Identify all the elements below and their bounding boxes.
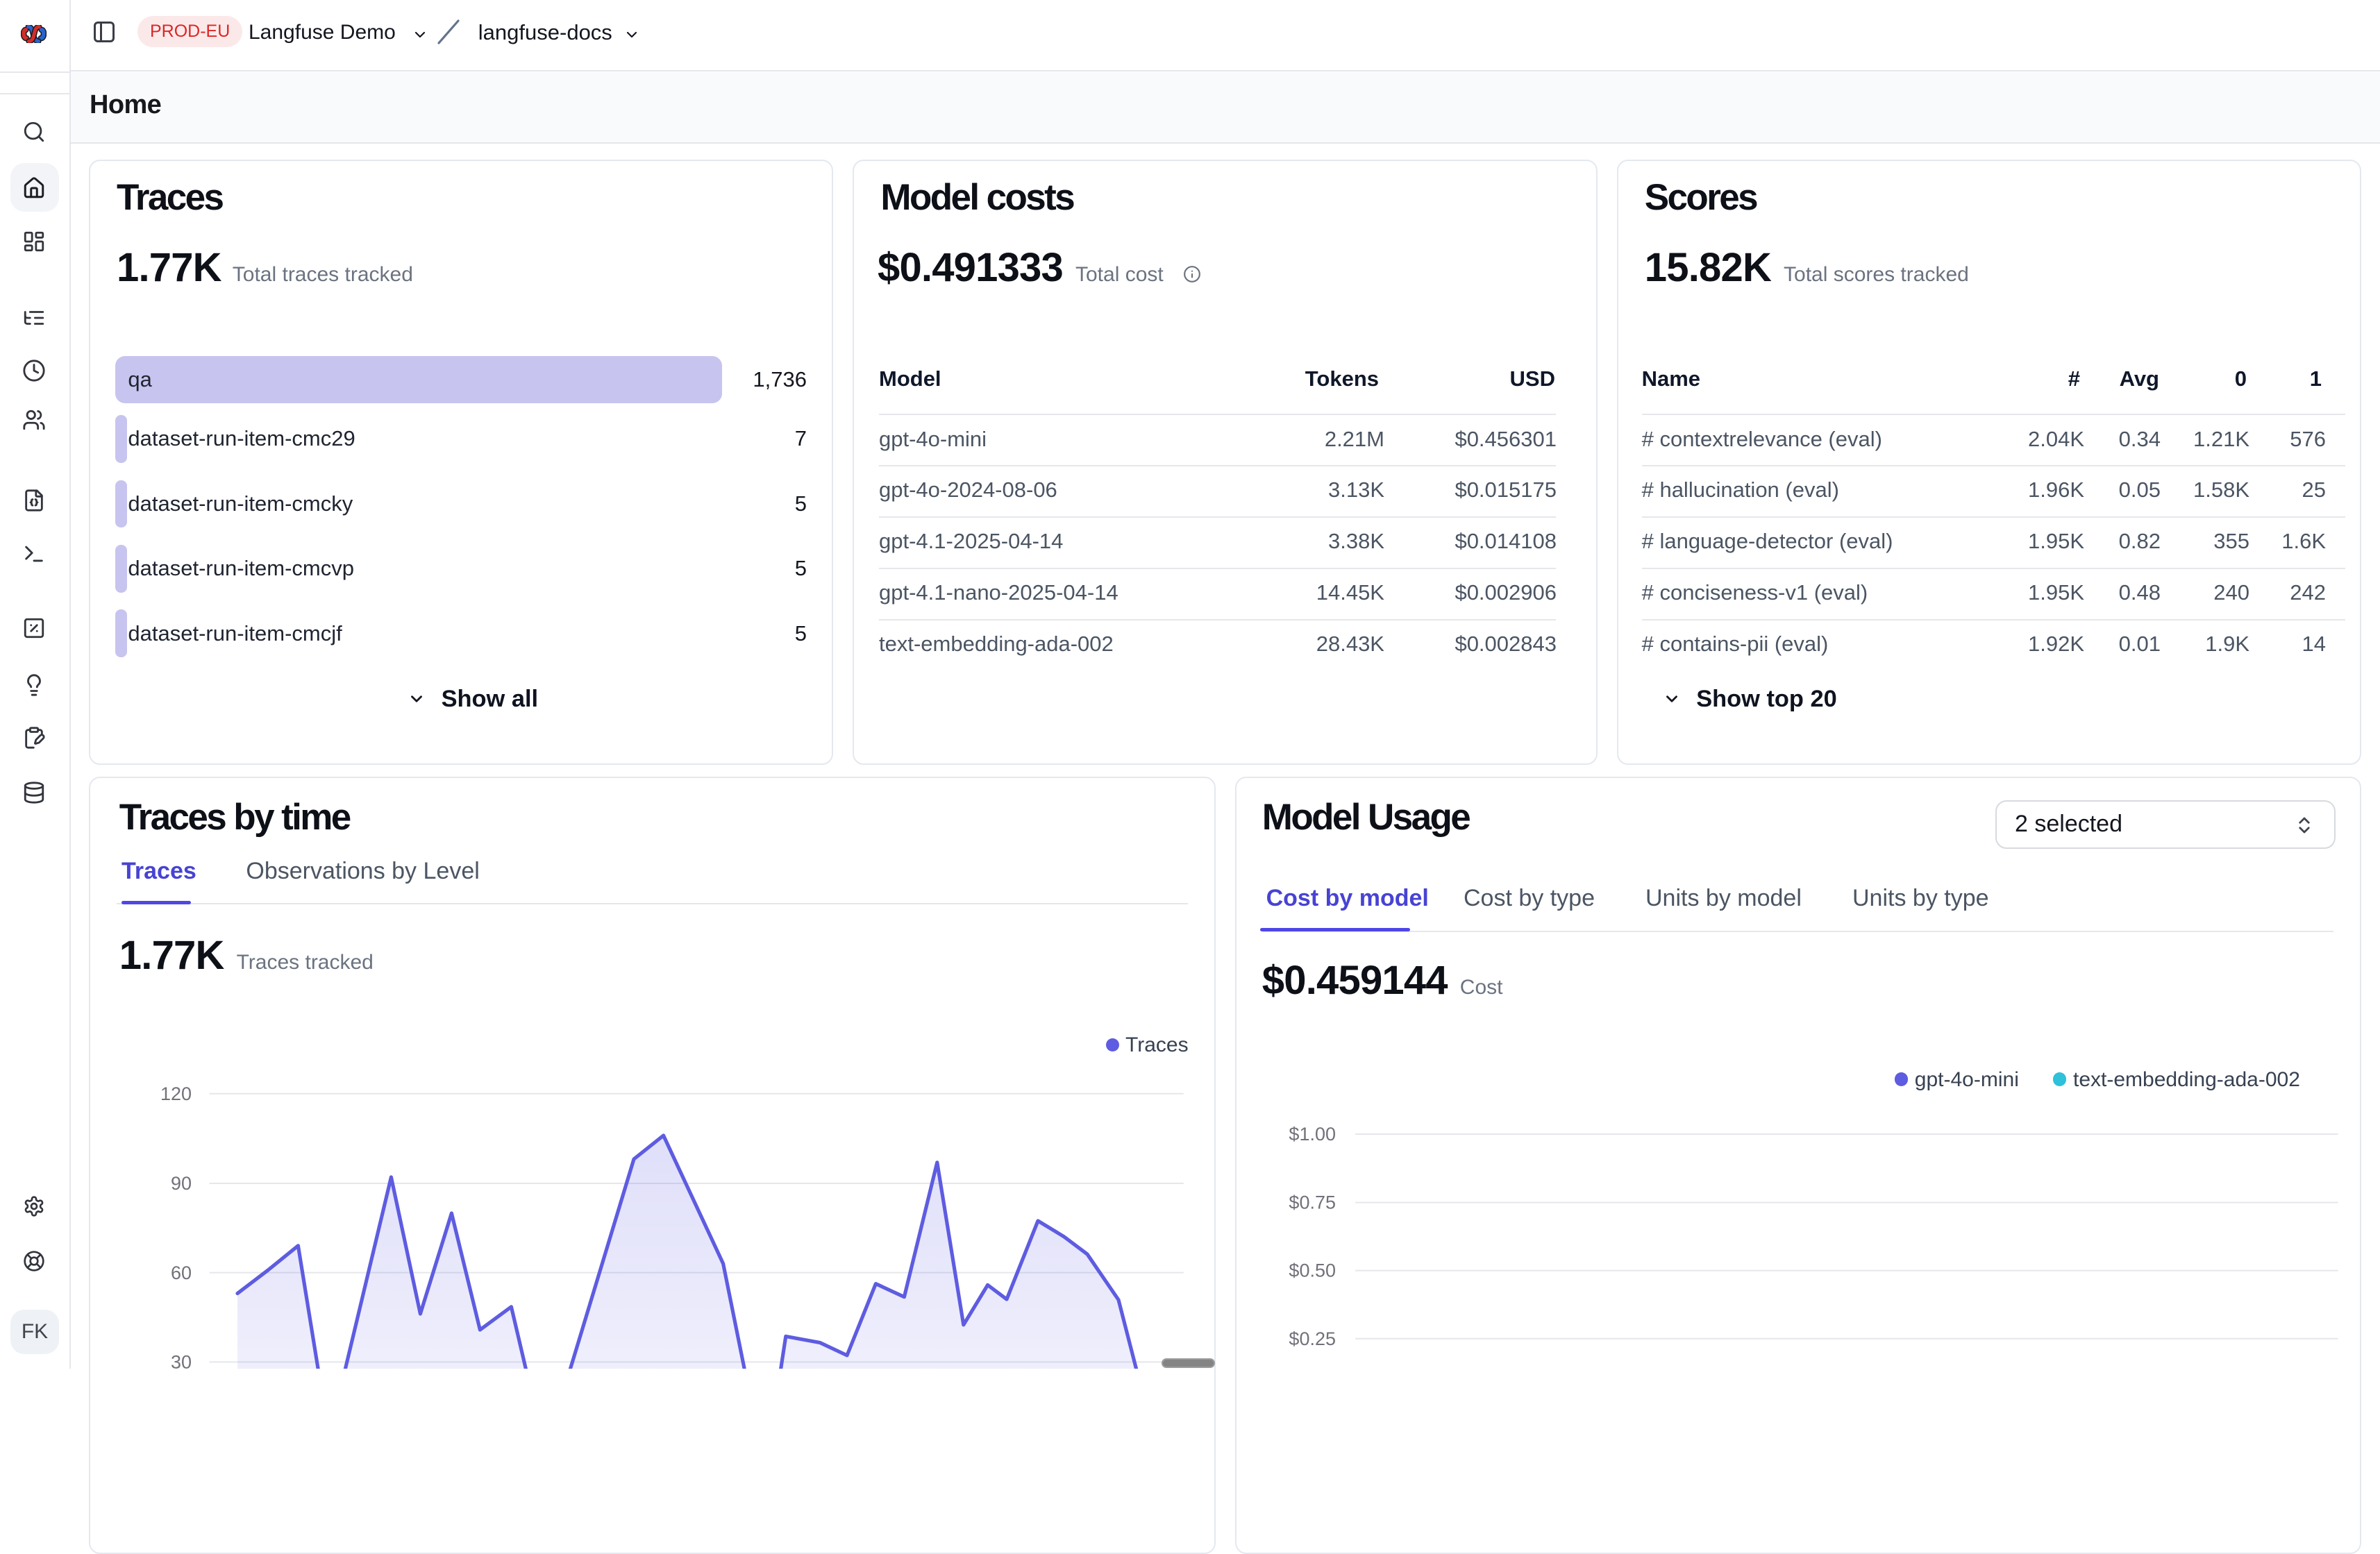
svg-text:90: 90 — [171, 1173, 192, 1194]
svg-text:$0.25: $0.25 — [1289, 1328, 1336, 1349]
svg-text:60: 60 — [171, 1262, 192, 1283]
svg-text:$0.75: $0.75 — [1289, 1192, 1336, 1213]
svg-text:120: 120 — [160, 1083, 192, 1104]
svg-text:$1.00: $1.00 — [1289, 1124, 1336, 1145]
svg-text:30: 30 — [171, 1352, 192, 1369]
svg-text:$0.50: $0.50 — [1289, 1260, 1336, 1281]
